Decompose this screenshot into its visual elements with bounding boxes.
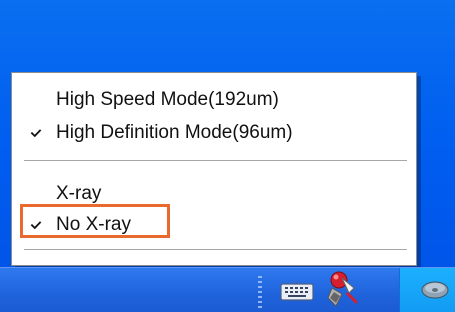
checkmark-icon bbox=[30, 218, 42, 230]
menu-item-no-x-ray[interactable]: No X-ray bbox=[12, 208, 416, 240]
tray-context-menu: High Speed Mode(192um) High Definition M… bbox=[11, 72, 417, 266]
menu-item-x-ray[interactable]: X-ray bbox=[12, 177, 416, 209]
clock-area bbox=[399, 268, 455, 312]
tray-grip[interactable] bbox=[258, 276, 262, 308]
menu-separator bbox=[24, 249, 407, 251]
menu-item-label: X-ray bbox=[56, 182, 102, 204]
menu-item-high-speed-mode[interactable]: High Speed Mode(192um) bbox=[12, 83, 416, 115]
menu-item-label: High Speed Mode(192um) bbox=[56, 88, 279, 110]
menu-item-high-definition-mode[interactable]: High Definition Mode(96um) bbox=[12, 116, 416, 148]
disk-icon[interactable] bbox=[420, 278, 450, 302]
menu-item-label: No X-ray bbox=[56, 213, 131, 235]
menu-separator bbox=[24, 160, 407, 162]
checkmark-icon bbox=[30, 126, 42, 138]
keyboard-icon[interactable] bbox=[280, 281, 314, 301]
menu-item-label: High Definition Mode(96um) bbox=[56, 121, 293, 143]
taskbar bbox=[0, 267, 455, 312]
xray-app-icon[interactable] bbox=[324, 270, 362, 310]
